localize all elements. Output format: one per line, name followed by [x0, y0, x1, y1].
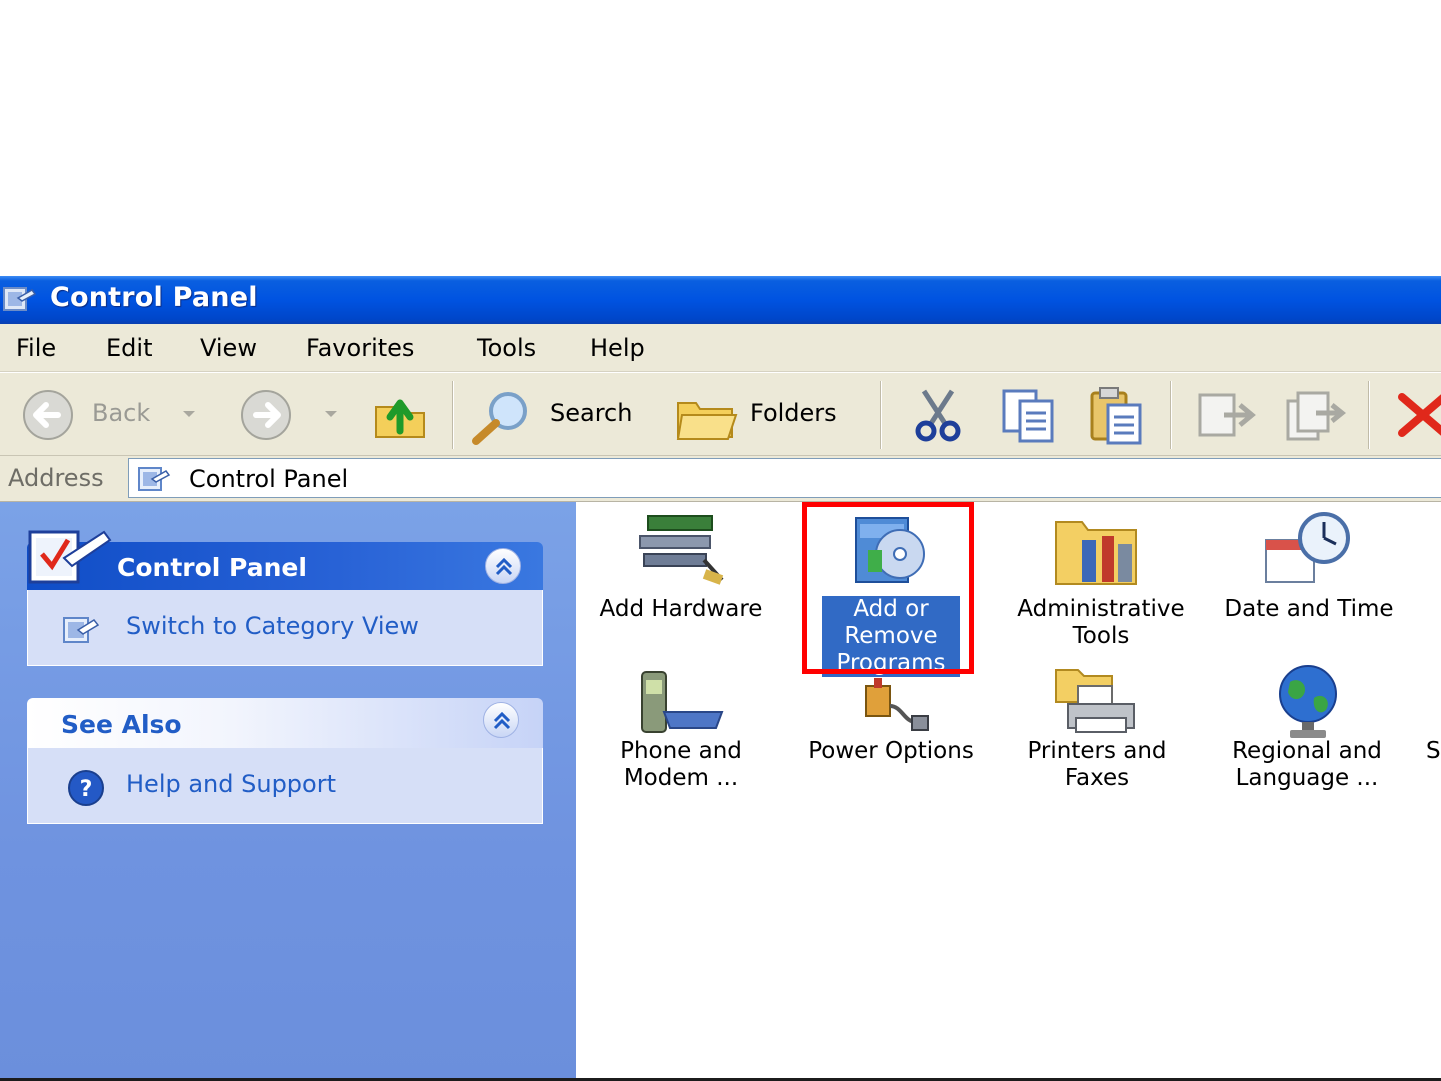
svg-text:?: ? [80, 777, 93, 802]
paste-icon [1090, 387, 1142, 445]
chevron-up-icon [493, 711, 511, 730]
cut-button[interactable] [908, 385, 968, 445]
chevron-up-icon [495, 557, 513, 576]
delete-button[interactable] [1394, 387, 1441, 443]
printers-faxes-icon [1055, 669, 1135, 733]
address-label: Address [8, 464, 104, 492]
toolbar: Back Search Folders [0, 372, 1441, 456]
cut-icon [915, 389, 961, 442]
up-button[interactable] [370, 385, 430, 445]
power-options-icon [865, 678, 929, 731]
search-button[interactable]: Search [470, 385, 650, 445]
add-hardware-icon [639, 515, 724, 585]
item-label-line: Regional and [1232, 738, 1382, 764]
search-icon [472, 392, 527, 445]
up-folder-icon [375, 399, 425, 438]
toolbar-separator [880, 381, 882, 449]
folders-button[interactable]: Folders [674, 385, 864, 445]
help-icon: ? [68, 770, 104, 806]
item-power-options[interactable]: Power Options [786, 662, 996, 802]
menu-edit[interactable]: Edit [106, 334, 152, 362]
regional-language-icon [1279, 665, 1337, 738]
collapse-button[interactable] [485, 548, 521, 584]
item-label-line: Modem ... [623, 765, 739, 791]
copy-icon [1002, 389, 1054, 443]
see-also-panel-header[interactable]: See Also [27, 698, 543, 748]
item-label: Power Options [786, 738, 996, 765]
control-panel-icon [3, 287, 37, 311]
delete-icon [1398, 393, 1441, 437]
menu-bar: File Edit View Favorites Tools Help [0, 324, 1441, 372]
menu-favorites[interactable]: Favorites [306, 334, 414, 362]
switch-category-view-link[interactable]: Switch to Category View [126, 612, 419, 640]
item-label-line: Faxes [1064, 765, 1130, 791]
panel-title: Control Panel [117, 553, 307, 582]
control-panel-large-icon [28, 530, 112, 584]
forward-button[interactable] [234, 387, 300, 443]
item-label-line: Administrative [1017, 596, 1185, 622]
menu-file[interactable]: File [16, 334, 56, 362]
content-area: Add Hardware Add or Remove Programs Admi… [576, 502, 1441, 1081]
menu-view[interactable]: View [200, 334, 257, 362]
item-regional-language[interactable]: Regional and Language ... [1202, 662, 1412, 802]
toolbar-separator [1368, 381, 1370, 449]
item-label-line: Phone and [620, 738, 742, 764]
toolbar-separator [452, 381, 454, 449]
item-label-line: Date and Time [1224, 596, 1394, 622]
menu-tools[interactable]: Tools [477, 334, 536, 362]
panel-title: See Also [61, 710, 182, 739]
menu-help[interactable]: Help [590, 334, 645, 362]
item-label-line: Add Hardware [599, 596, 763, 622]
help-support-link[interactable]: Help and Support [126, 770, 336, 798]
copy-button[interactable] [998, 385, 1060, 445]
date-time-icon [1265, 512, 1350, 583]
item-label: Add Hardware [576, 596, 786, 623]
address-field[interactable]: Control Panel [128, 458, 1441, 498]
search-label: Search [550, 399, 633, 427]
back-dropdown-icon[interactable] [183, 411, 195, 417]
toolbar-separator [1170, 381, 1172, 449]
item-label-line: Power Options [808, 738, 974, 764]
item-printers-faxes[interactable]: Printers and Faxes [992, 662, 1202, 802]
forward-arrow-icon [241, 390, 291, 440]
copy-to-icon [1286, 391, 1347, 441]
item-label-line: Language ... [1235, 765, 1379, 791]
forward-dropdown-icon[interactable] [325, 411, 337, 417]
copy-to-button[interactable] [1282, 385, 1347, 445]
back-arrow-icon [23, 390, 73, 440]
item-add-hardware[interactable]: Add Hardware [576, 510, 786, 630]
task-pane: Control Panel Switch to Category View Se… [0, 502, 576, 1081]
move-to-button[interactable] [1194, 385, 1258, 445]
control-panel-icon [138, 467, 171, 491]
back-label: Back [92, 399, 151, 427]
item-label: Administrative Tools [996, 596, 1206, 650]
item-phone-modem[interactable]: Phone and Modem ... [576, 662, 786, 802]
item-date-time[interactable]: Date and Time [1204, 510, 1414, 630]
item-label: Phone and Modem ... [576, 738, 786, 792]
control-panel-panel-body: Switch to Category View [27, 590, 543, 666]
folders-icon [676, 402, 738, 440]
item-label-line: Tools [1072, 623, 1130, 649]
move-to-icon [1198, 393, 1256, 437]
paste-button[interactable] [1086, 385, 1148, 445]
item-administrative-tools[interactable]: Administrative Tools [996, 510, 1206, 650]
item-label: Regional and Language ... [1202, 738, 1412, 792]
item-label: Date and Time [1204, 596, 1414, 623]
item-label-line: Printers and [1027, 738, 1167, 764]
cutoff-item-label: S [1426, 738, 1441, 764]
control-panel-icon [63, 617, 100, 643]
address-value: Control Panel [189, 465, 349, 493]
folders-label: Folders [750, 399, 837, 427]
window-title: Control Panel [50, 282, 258, 313]
highlight-box [802, 502, 974, 674]
title-bar[interactable]: Control Panel [0, 276, 1441, 324]
collapse-button[interactable] [483, 702, 519, 738]
phone-modem-icon [641, 671, 724, 733]
back-button[interactable]: Back [16, 387, 166, 443]
see-also-panel-body: ? Help and Support [27, 748, 543, 824]
item-label: Printers and Faxes [992, 738, 1202, 792]
administrative-tools-icon [1055, 521, 1137, 585]
address-bar: Address Control Panel [0, 456, 1441, 502]
